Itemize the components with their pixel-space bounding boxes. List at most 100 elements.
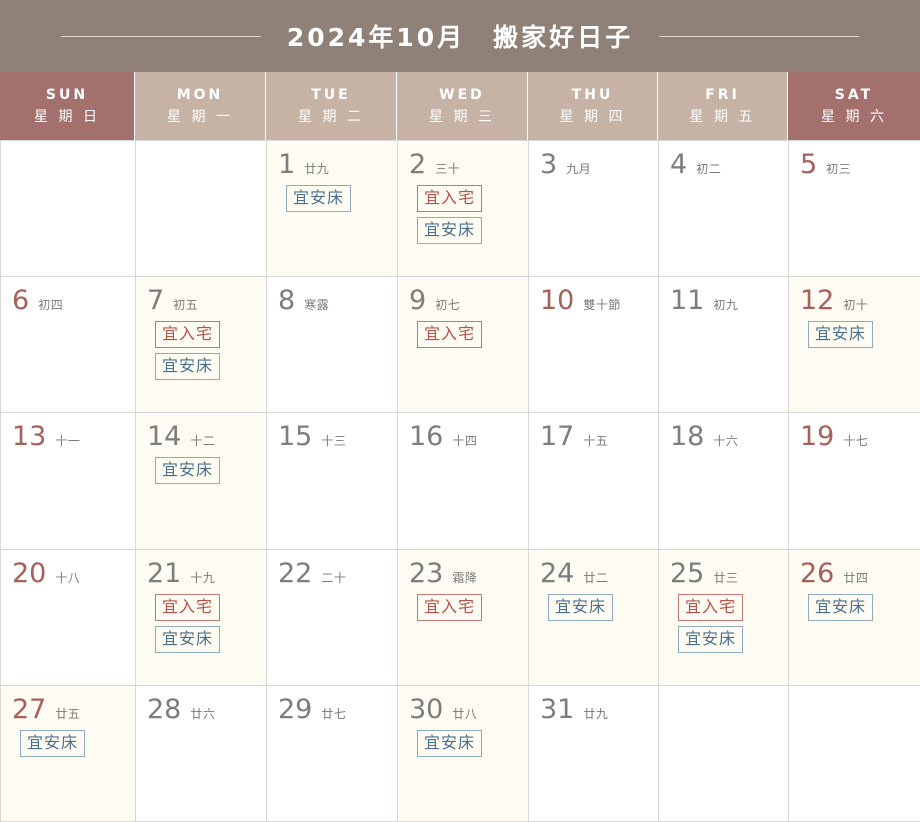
weekday-label-en: SAT xyxy=(834,86,874,103)
day-cell[interactable]: 3 九月 xyxy=(529,141,659,278)
tag-move-in[interactable]: 宜入宅 xyxy=(155,593,221,621)
day-cell[interactable]: 21 十九 宜入宅 宜安床 xyxy=(136,549,267,686)
tag-bed-setup[interactable]: 宜安床 xyxy=(20,729,86,757)
day-cell[interactable]: 26 廿四 宜安床 xyxy=(789,549,920,686)
tag-move-in[interactable]: 宜入宅 xyxy=(155,321,221,349)
title-rule-right-icon xyxy=(659,35,860,37)
day-number: 31 xyxy=(540,693,575,725)
weekday-header-tue: TUE 星 期 二 xyxy=(266,72,397,140)
tag-bed-setup[interactable]: 宜安床 xyxy=(548,593,614,621)
day-header: 31 廿九 xyxy=(540,696,649,723)
tag-bed-setup[interactable]: 宜安床 xyxy=(417,729,483,757)
day-header: 6 初四 xyxy=(12,287,126,314)
day-cell[interactable]: 30 廿八 宜安床 xyxy=(398,685,529,822)
day-header: 13 十一 xyxy=(12,423,126,450)
tag-bed-setup[interactable]: 宜安床 xyxy=(678,625,744,653)
day-cell[interactable]: 5 初三 xyxy=(789,141,920,278)
day-number: 13 xyxy=(12,421,47,453)
day-cell[interactable]: 6 初四 xyxy=(1,277,136,414)
day-cell[interactable]: 25 廿三宜入宅宜安床 xyxy=(659,549,789,686)
day-cell[interactable]: 11 初九 xyxy=(659,277,789,414)
tag-bed-setup[interactable]: 宜安床 xyxy=(155,353,221,381)
auspicious-tag-list: 宜入宅 xyxy=(409,321,519,349)
tag-bed-setup[interactable]: 宜安床 xyxy=(808,593,874,621)
day-cell[interactable]: 9 初七 宜入宅 xyxy=(398,277,529,414)
lunar-date-label: 十一 xyxy=(55,434,81,449)
day-cell[interactable]: 29 廿七 xyxy=(267,685,398,822)
auspicious-tag-list: 宜入宅 宜安床 xyxy=(147,321,257,381)
day-number: 25 xyxy=(670,557,705,589)
day-cell[interactable]: 15 十三 xyxy=(267,413,398,550)
lunar-date-label: 廿三 xyxy=(713,570,739,585)
tag-bed-setup[interactable]: 宜安床 xyxy=(417,217,483,244)
day-cell-empty xyxy=(136,141,267,278)
day-number: 7 xyxy=(147,285,165,317)
day-cell[interactable]: 12 初十宜安床 xyxy=(789,277,920,414)
day-cell[interactable]: 20 十八 xyxy=(1,549,136,686)
day-number: 20 xyxy=(12,557,47,589)
day-number: 19 xyxy=(800,421,835,453)
day-header: 15 十三 xyxy=(278,423,388,450)
day-number: 21 xyxy=(147,557,182,589)
weekday-label-en: FRI xyxy=(705,86,740,103)
day-number: 2 xyxy=(409,149,427,180)
day-header: 11 初九 xyxy=(670,287,779,314)
day-cell[interactable]: 27 廿五宜安床 xyxy=(1,685,136,822)
auspicious-tag-list: 宜入宅 xyxy=(409,593,519,621)
title-rule-left-icon xyxy=(60,35,261,37)
day-header: 10 雙十節 xyxy=(540,287,649,314)
day-cell[interactable]: 31 廿九 xyxy=(529,685,659,822)
day-header: 3 九月 xyxy=(540,151,649,178)
day-cell[interactable]: 1 廿九宜安床 xyxy=(267,141,398,278)
lunar-date-label: 初三 xyxy=(826,162,852,176)
day-cell[interactable]: 4 初二 xyxy=(659,141,789,278)
day-header: 14 十二 xyxy=(147,423,257,450)
tag-move-in[interactable]: 宜入宅 xyxy=(417,593,483,621)
day-cell[interactable]: 14 十二宜安床 xyxy=(136,413,267,550)
day-header: 17 十五 xyxy=(540,423,649,450)
weekday-header-sat: SAT 星 期 六 xyxy=(788,72,920,140)
lunar-date-label: 二十 xyxy=(321,570,347,585)
day-number: 18 xyxy=(670,421,705,453)
day-number: 3 xyxy=(540,149,558,180)
day-number: 22 xyxy=(278,557,313,589)
lunar-date-label: 廿八 xyxy=(452,706,478,721)
tag-bed-setup[interactable]: 宜安床 xyxy=(155,457,221,485)
weekday-header-thu: THU 星 期 四 xyxy=(528,72,658,140)
weekday-label-en: WED xyxy=(439,86,485,103)
tag-move-in[interactable]: 宜入宅 xyxy=(417,185,483,212)
weekday-label-en: SUN xyxy=(45,86,89,103)
tag-bed-setup[interactable]: 宜安床 xyxy=(808,321,874,349)
day-cell[interactable]: 19 十七 xyxy=(789,413,920,550)
auspicious-tag-list: 宜安床 xyxy=(147,457,257,485)
day-cell[interactable]: 10 雙十節 xyxy=(529,277,659,414)
day-cell[interactable]: 18 十六 xyxy=(659,413,789,550)
day-number: 27 xyxy=(12,693,47,725)
day-number: 12 xyxy=(800,285,835,317)
weekday-header-fri: FRI 星 期 五 xyxy=(658,72,788,140)
tag-move-in[interactable]: 宜入宅 xyxy=(417,321,483,349)
tag-bed-setup[interactable]: 宜安床 xyxy=(286,185,352,212)
tag-bed-setup[interactable]: 宜安床 xyxy=(155,625,221,653)
day-cell[interactable]: 7 初五 宜入宅 宜安床 xyxy=(136,277,267,414)
auspicious-tag-list: 宜入宅 宜安床 xyxy=(147,593,257,653)
day-number: 26 xyxy=(800,557,835,589)
day-cell[interactable]: 2 三十 宜入宅 宜安床 xyxy=(398,141,529,278)
weekday-header-mon: MON 星 期 一 xyxy=(135,72,266,140)
day-cell[interactable]: 24 廿二 宜安床 xyxy=(529,549,659,686)
day-cell[interactable]: 8 寒露 xyxy=(267,277,398,414)
day-cell[interactable]: 13 十一 xyxy=(1,413,136,550)
day-cell[interactable]: 23 霜降 宜入宅 xyxy=(398,549,529,686)
lunar-date-label: 初十 xyxy=(843,298,869,313)
day-header: 27 廿五 xyxy=(12,696,126,723)
day-cell[interactable]: 17 十五 xyxy=(529,413,659,550)
page-title: 2024年10月 搬家好日子 xyxy=(286,23,634,52)
day-cell[interactable]: 16 十四 xyxy=(398,413,529,550)
day-cell[interactable]: 22 二十 xyxy=(267,549,398,686)
auspicious-tag-list: 宜安床 xyxy=(278,185,388,212)
day-cell[interactable]: 28 廿六 xyxy=(136,685,267,822)
tag-move-in[interactable]: 宜入宅 xyxy=(678,593,744,621)
day-cell-empty xyxy=(1,141,136,278)
weekday-label-zh: 星 期 三 xyxy=(429,108,495,125)
day-header: 1 廿九 xyxy=(278,151,388,178)
